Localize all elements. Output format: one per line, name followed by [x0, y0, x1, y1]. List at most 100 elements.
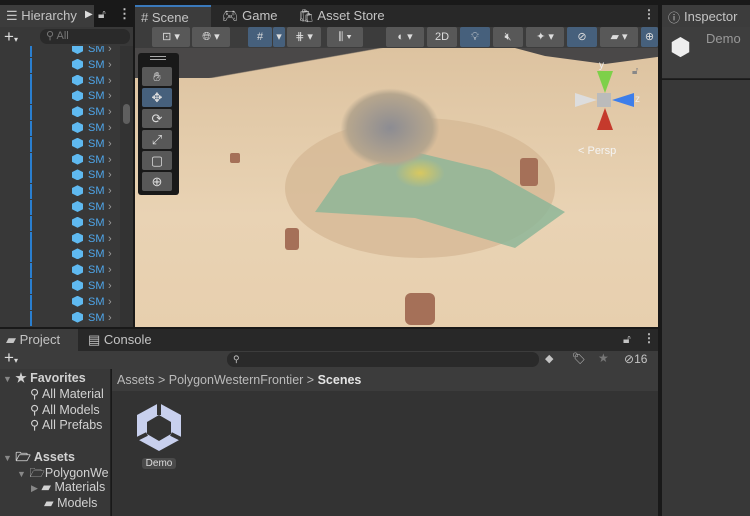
chevron-right-icon[interactable]: › [108, 153, 112, 168]
gizmos-button[interactable]: ⊕ [641, 27, 658, 47]
more-menu-icon[interactable]: ⋮ [118, 6, 131, 22]
tab-game[interactable]: 🎮︎ Game [216, 5, 284, 27]
breadcrumb-item[interactable]: PolygonWesternFrontier [169, 373, 304, 387]
hierarchy-item[interactable]: SM › [0, 168, 122, 184]
lock-icon[interactable]: 🔓︎ [623, 332, 631, 347]
hierarchy-item[interactable]: SM › [0, 73, 122, 89]
info-icon: ⓘ [668, 11, 681, 25]
scrollbar-thumb[interactable] [123, 104, 130, 124]
hierarchy-item[interactable]: SM › [0, 200, 122, 215]
chevron-right-icon[interactable]: › [108, 295, 112, 310]
hierarchy-item[interactable]: SM › [0, 294, 122, 310]
chevron-right-icon[interactable]: › [108, 121, 112, 136]
add-icon[interactable]: +▾ [4, 27, 18, 47]
tree-favorites[interactable]: ▼ ★ Favorites [3, 370, 86, 385]
hierarchy-item[interactable]: SM › [0, 89, 122, 105]
lock-icon[interactable]: 🔓︎ [98, 7, 106, 22]
tab-hierarchy[interactable]: ☰ Hierarchy [0, 5, 94, 27]
chevron-right-icon[interactable]: › [108, 168, 112, 183]
tree-line [30, 73, 32, 89]
lighting-toggle[interactable]: 💡︎ [460, 27, 490, 47]
axis-y-cone[interactable] [597, 71, 613, 93]
chevron-right-icon[interactable]: › [108, 89, 112, 104]
chevron-right-icon[interactable]: › [108, 137, 112, 152]
perspective-label[interactable]: < Persp [578, 145, 616, 157]
tab-inspector[interactable]: ⓘ Inspector [662, 5, 750, 27]
hierarchy-item[interactable]: SM › [0, 310, 122, 326]
tree-item[interactable]: ⚲ All Prefabs [30, 417, 102, 432]
chevron-right-icon[interactable]: › [108, 216, 112, 231]
hierarchy-item[interactable]: SM › [0, 184, 122, 200]
breadcrumb-item[interactable]: Scenes [318, 373, 362, 387]
axis-x-cone[interactable] [575, 93, 597, 107]
2d-toggle[interactable]: 2D [427, 27, 457, 47]
hierarchy-item[interactable]: SM › [0, 46, 122, 57]
lock-icon[interactable]: 🔓︎ [632, 66, 638, 77]
visibility-toggle[interactable]: ⊘ [567, 27, 597, 47]
more-menu-icon[interactable]: ⋮ [643, 331, 655, 345]
effects-button[interactable]: ✦ ▾ [526, 27, 564, 47]
tab-scene[interactable]: # Scene [135, 5, 211, 27]
hidden-packages-button[interactable]: ⊘16 [624, 352, 647, 366]
tree-item[interactable]: ⚲ All Material [30, 386, 104, 401]
hierarchy-item[interactable]: SM › [0, 105, 122, 121]
star-icon[interactable]: ★ [598, 351, 609, 365]
chevron-right-icon[interactable]: › [108, 279, 112, 294]
hierarchy-item[interactable]: SM › [0, 215, 122, 231]
tab-asset-store[interactable]: 🛍︎ Asset Store [292, 5, 391, 27]
scale-icon[interactable]: ⤢ [142, 130, 172, 149]
chevron-right-icon[interactable]: › [108, 263, 112, 278]
hierarchy-item[interactable]: SM › [0, 136, 122, 152]
add-icon[interactable]: +▾ [4, 348, 18, 368]
filter-type-icon[interactable]: ◆ [545, 352, 553, 365]
hierarchy-item[interactable]: SM › [0, 121, 122, 136]
scene-viewport[interactable]: y z < Persp 🔓︎ ✋︎ ✥ ⟳ ⤢ ▢ ⊕ [135, 48, 658, 327]
chevron-right-icon[interactable]: › [108, 232, 112, 247]
hand-icon[interactable]: ✋︎ [142, 67, 172, 86]
chevron-right-icon[interactable]: › [108, 184, 112, 199]
scrollbar[interactable] [120, 46, 133, 327]
tab-console[interactable]: ▤ Console [82, 329, 158, 351]
hierarchy-item[interactable]: SM › [0, 263, 122, 279]
more-menu-icon[interactable]: ⋮ [643, 7, 655, 21]
gizmo-center[interactable] [597, 93, 611, 107]
snap-button[interactable]: ⋕ ▾ [287, 27, 321, 47]
play-icon[interactable]: ▶ [85, 9, 93, 20]
audio-toggle[interactable]: 🔇︎ [493, 27, 523, 47]
hierarchy-item[interactable]: SM › [0, 247, 122, 263]
hierarchy-item[interactable]: SM › [0, 57, 122, 73]
axis-z-cone[interactable] [612, 93, 634, 107]
tree-item[interactable]: ▰ Models [44, 495, 97, 510]
breadcrumb-item[interactable]: Assets [117, 373, 155, 387]
increment-snap-button[interactable]: ⫼ ▾ [327, 27, 363, 47]
tag-icon[interactable]: 🏷︎ [572, 352, 586, 365]
chevron-down-icon[interactable]: ▾ [273, 27, 285, 47]
chevron-right-icon[interactable]: › [108, 247, 112, 262]
move-icon[interactable]: ✥ [142, 88, 172, 107]
tree-item[interactable]: ⚲ All Models [30, 402, 100, 417]
chevron-right-icon[interactable]: › [108, 46, 112, 57]
hierarchy-item[interactable]: SM › [0, 152, 122, 168]
chevron-right-icon[interactable]: › [108, 311, 112, 326]
tree-line [30, 215, 32, 231]
tree-item[interactable]: ▶ ▰ Materials [31, 479, 105, 494]
global-button[interactable]: 🌐︎ ▾ [192, 27, 230, 47]
shading-mode-button[interactable]: ◐ ▾ [386, 27, 424, 47]
grid-snap-button[interactable]: # [248, 27, 272, 47]
camera-button[interactable]: ▰ ▾ [600, 27, 638, 47]
chevron-right-icon[interactable]: › [108, 74, 112, 89]
drag-handle[interactable] [150, 56, 166, 60]
pivot-button[interactable]: ⊡ ▾ [152, 27, 190, 47]
asset-demo[interactable]: Demo [134, 401, 184, 491]
chevron-right-icon[interactable]: › [108, 58, 112, 73]
rotate-icon[interactable]: ⟳ [142, 109, 172, 128]
axis-x-neg-cone[interactable] [597, 108, 613, 130]
hierarchy-item[interactable]: SM › [0, 231, 122, 247]
hierarchy-item[interactable]: SM › [0, 279, 122, 294]
search-input[interactable]: ⚲ [227, 352, 539, 367]
chevron-right-icon[interactable]: › [108, 105, 112, 120]
search-input[interactable]: ⚲ All [40, 29, 130, 44]
rect-icon[interactable]: ▢ [142, 151, 172, 170]
transform-icon[interactable]: ⊕ [142, 172, 172, 191]
chevron-right-icon[interactable]: › [108, 200, 112, 215]
